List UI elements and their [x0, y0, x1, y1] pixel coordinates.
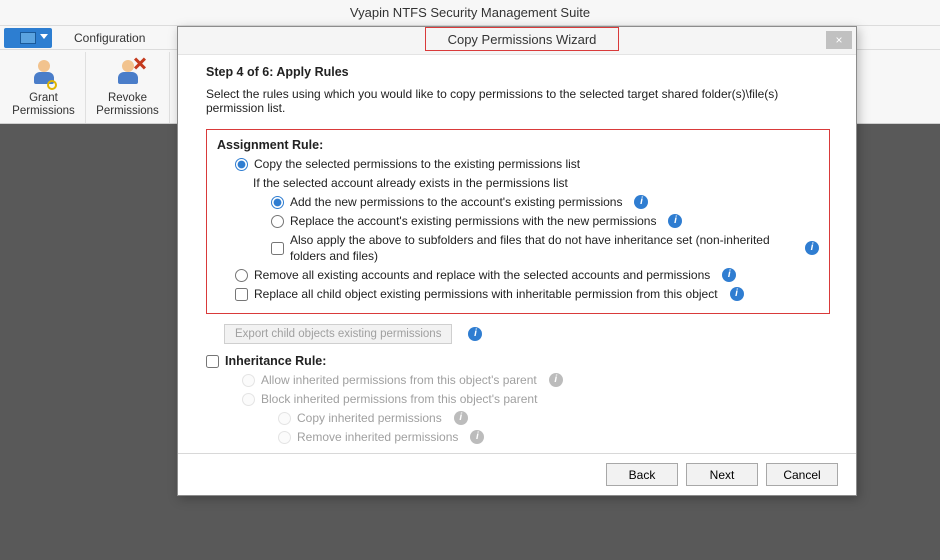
info-icon[interactable]: i: [668, 214, 682, 228]
grant-permissions-icon: [27, 56, 61, 90]
radio-add-new[interactable]: [271, 196, 284, 209]
ribbon-revoke-permissions[interactable]: Revoke Permissions: [86, 52, 170, 123]
ribbon-revoke-label: Revoke Permissions: [96, 92, 159, 118]
ribbon-grant-permissions[interactable]: Grant Permissions: [2, 52, 86, 123]
menu-configuration[interactable]: Configuration: [60, 26, 159, 49]
label-copy-selected: Copy the selected permissions to the exi…: [254, 156, 580, 172]
label-if-exists: If the selected account already exists i…: [253, 175, 568, 191]
label-allow-inherited: Allow inherited permissions from this ob…: [261, 372, 537, 388]
option-copy-inherited: Copy inherited permissions i: [278, 410, 830, 426]
label-remove-all: Remove all existing accounts and replace…: [254, 267, 710, 283]
dialog-footer: Back Next Cancel: [178, 453, 856, 495]
option-replace-account[interactable]: Replace the account's existing permissio…: [271, 213, 819, 229]
step-description: Select the rules using which you would l…: [206, 87, 830, 115]
info-icon: i: [454, 411, 468, 425]
if-exists-note: If the selected account already exists i…: [253, 175, 819, 191]
back-button[interactable]: Back: [606, 463, 678, 486]
dialog-title: Copy Permissions Wizard: [448, 32, 597, 47]
info-icon[interactable]: i: [722, 268, 736, 282]
close-icon: ×: [835, 33, 842, 47]
label-add-new: Add the new permissions to the account's…: [290, 194, 622, 210]
option-remove-inherited: Remove inherited permissions i: [278, 429, 830, 445]
label-replace-account: Replace the account's existing permissio…: [290, 213, 656, 229]
label-inheritance-heading: Inheritance Rule:: [225, 354, 326, 368]
step-title: Step 4 of 6: Apply Rules: [206, 65, 830, 79]
ribbon-grant-label: Grant Permissions: [12, 92, 75, 118]
checkbox-also-apply[interactable]: [271, 242, 284, 255]
close-button[interactable]: ×: [826, 31, 852, 49]
revoke-permissions-icon: [111, 56, 145, 90]
option-replace-child[interactable]: Replace all child object existing permis…: [235, 286, 819, 302]
copy-permissions-wizard-dialog: Copy Permissions Wizard × Step 4 of 6: A…: [177, 26, 857, 496]
radio-remove-all[interactable]: [235, 269, 248, 282]
dialog-title-highlight: Copy Permissions Wizard: [425, 27, 619, 51]
option-add-new[interactable]: Add the new permissions to the account's…: [271, 194, 819, 210]
label-also-apply: Also apply the above to subfolders and f…: [290, 232, 793, 264]
app-title: Vyapin NTFS Security Management Suite: [350, 5, 590, 20]
radio-remove-inherited: [278, 431, 291, 444]
radio-copy-selected[interactable]: [235, 158, 248, 171]
radio-block-inherited: [242, 393, 255, 406]
info-icon: i: [549, 373, 563, 387]
radio-allow-inherited: [242, 374, 255, 387]
next-button[interactable]: Next: [686, 463, 758, 486]
info-icon[interactable]: i: [805, 241, 819, 255]
checkbox-inheritance-rule[interactable]: [206, 355, 219, 368]
assignment-rule-section: Assignment Rule: Copy the selected permi…: [206, 129, 830, 314]
info-icon: i: [470, 430, 484, 444]
option-also-apply[interactable]: Also apply the above to subfolders and f…: [271, 232, 819, 264]
assignment-rule-heading: Assignment Rule:: [217, 138, 819, 152]
export-row: Export child objects existing permission…: [224, 324, 482, 344]
dialog-title-bar: Copy Permissions Wizard ×: [178, 27, 856, 55]
app-title-bar: Vyapin NTFS Security Management Suite: [0, 0, 940, 26]
label-replace-child: Replace all child object existing permis…: [254, 286, 718, 302]
label-copy-inherited: Copy inherited permissions: [297, 410, 442, 426]
radio-replace-account[interactable]: [271, 215, 284, 228]
checkbox-replace-child[interactable]: [235, 288, 248, 301]
export-child-objects-button: Export child objects existing permission…: [224, 324, 452, 344]
label-block-inherited: Block inherited permissions from this ob…: [261, 391, 537, 407]
option-allow-inherited: Allow inherited permissions from this ob…: [242, 372, 830, 388]
chevron-down-icon: [40, 34, 48, 39]
radio-copy-inherited: [278, 412, 291, 425]
option-remove-all[interactable]: Remove all existing accounts and replace…: [235, 267, 819, 283]
info-icon[interactable]: i: [468, 327, 482, 341]
option-copy-selected[interactable]: Copy the selected permissions to the exi…: [235, 156, 819, 172]
cancel-button[interactable]: Cancel: [766, 463, 838, 486]
info-icon[interactable]: i: [730, 287, 744, 301]
label-remove-inherited: Remove inherited permissions: [297, 429, 458, 445]
app-menu-glyph: [20, 32, 36, 44]
inheritance-rule-heading[interactable]: Inheritance Rule:: [206, 354, 830, 368]
option-block-inherited: Block inherited permissions from this ob…: [242, 391, 830, 407]
info-icon[interactable]: i: [634, 195, 648, 209]
app-menu-icon[interactable]: [4, 28, 52, 48]
dialog-body: Step 4 of 6: Apply Rules Select the rule…: [178, 55, 856, 453]
menu-configuration-label: Configuration: [74, 31, 145, 45]
